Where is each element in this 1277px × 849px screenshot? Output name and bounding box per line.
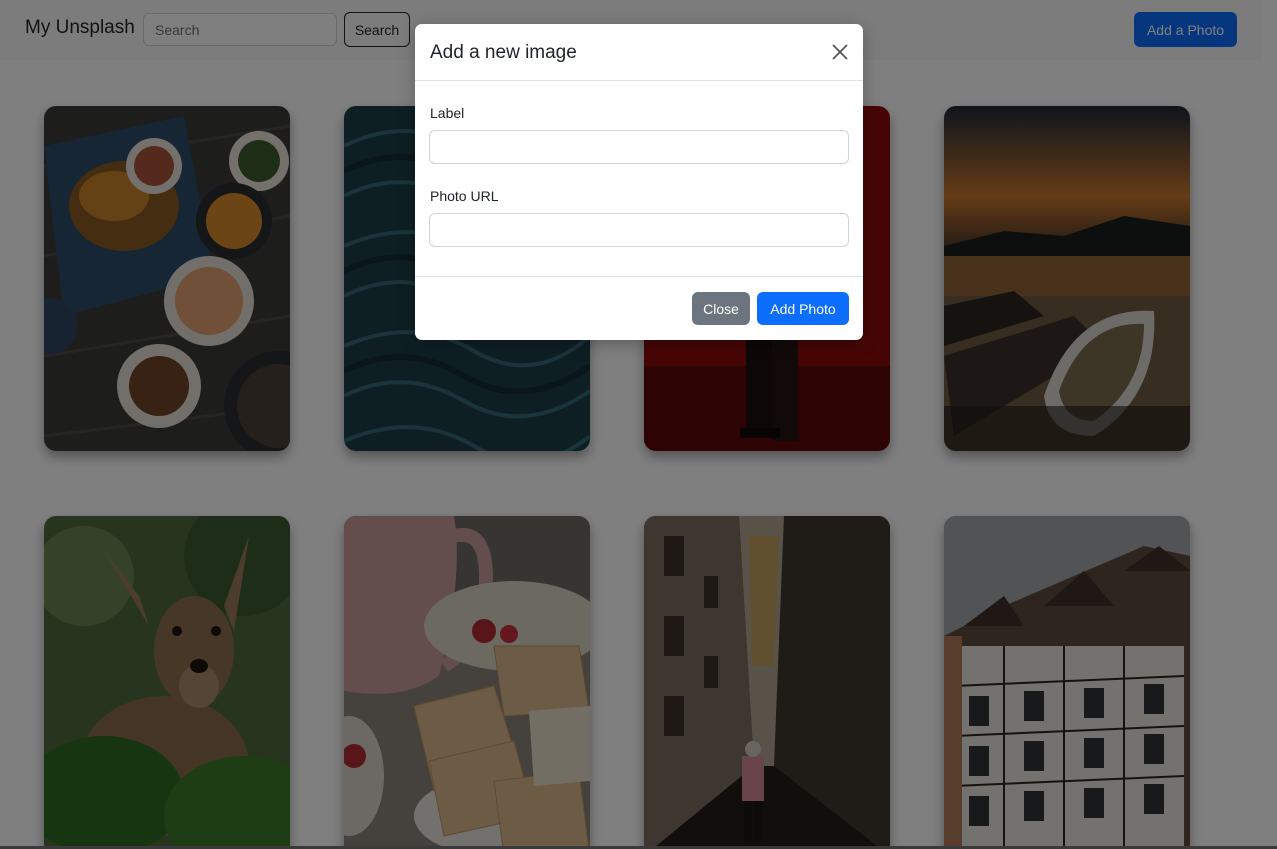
modal-footer: Close Add Photo — [415, 276, 863, 340]
label-input[interactable] — [429, 130, 849, 164]
add-photo-submit-button[interactable]: Add Photo — [757, 292, 849, 325]
modal-header: Add a new image — [415, 24, 863, 81]
label-field-label: Label — [430, 105, 465, 121]
photo-url-field-label: Photo URL — [430, 188, 499, 204]
close-icon[interactable] — [827, 39, 853, 65]
add-image-modal: Add a new image Label Photo URL Close Ad… — [415, 24, 863, 340]
photo-url-input[interactable] — [429, 213, 849, 247]
app-page: My Unsplash Search Add a Photo — [0, 0, 1277, 849]
close-button[interactable]: Close — [692, 292, 750, 325]
modal-title: Add a new image — [430, 42, 577, 63]
